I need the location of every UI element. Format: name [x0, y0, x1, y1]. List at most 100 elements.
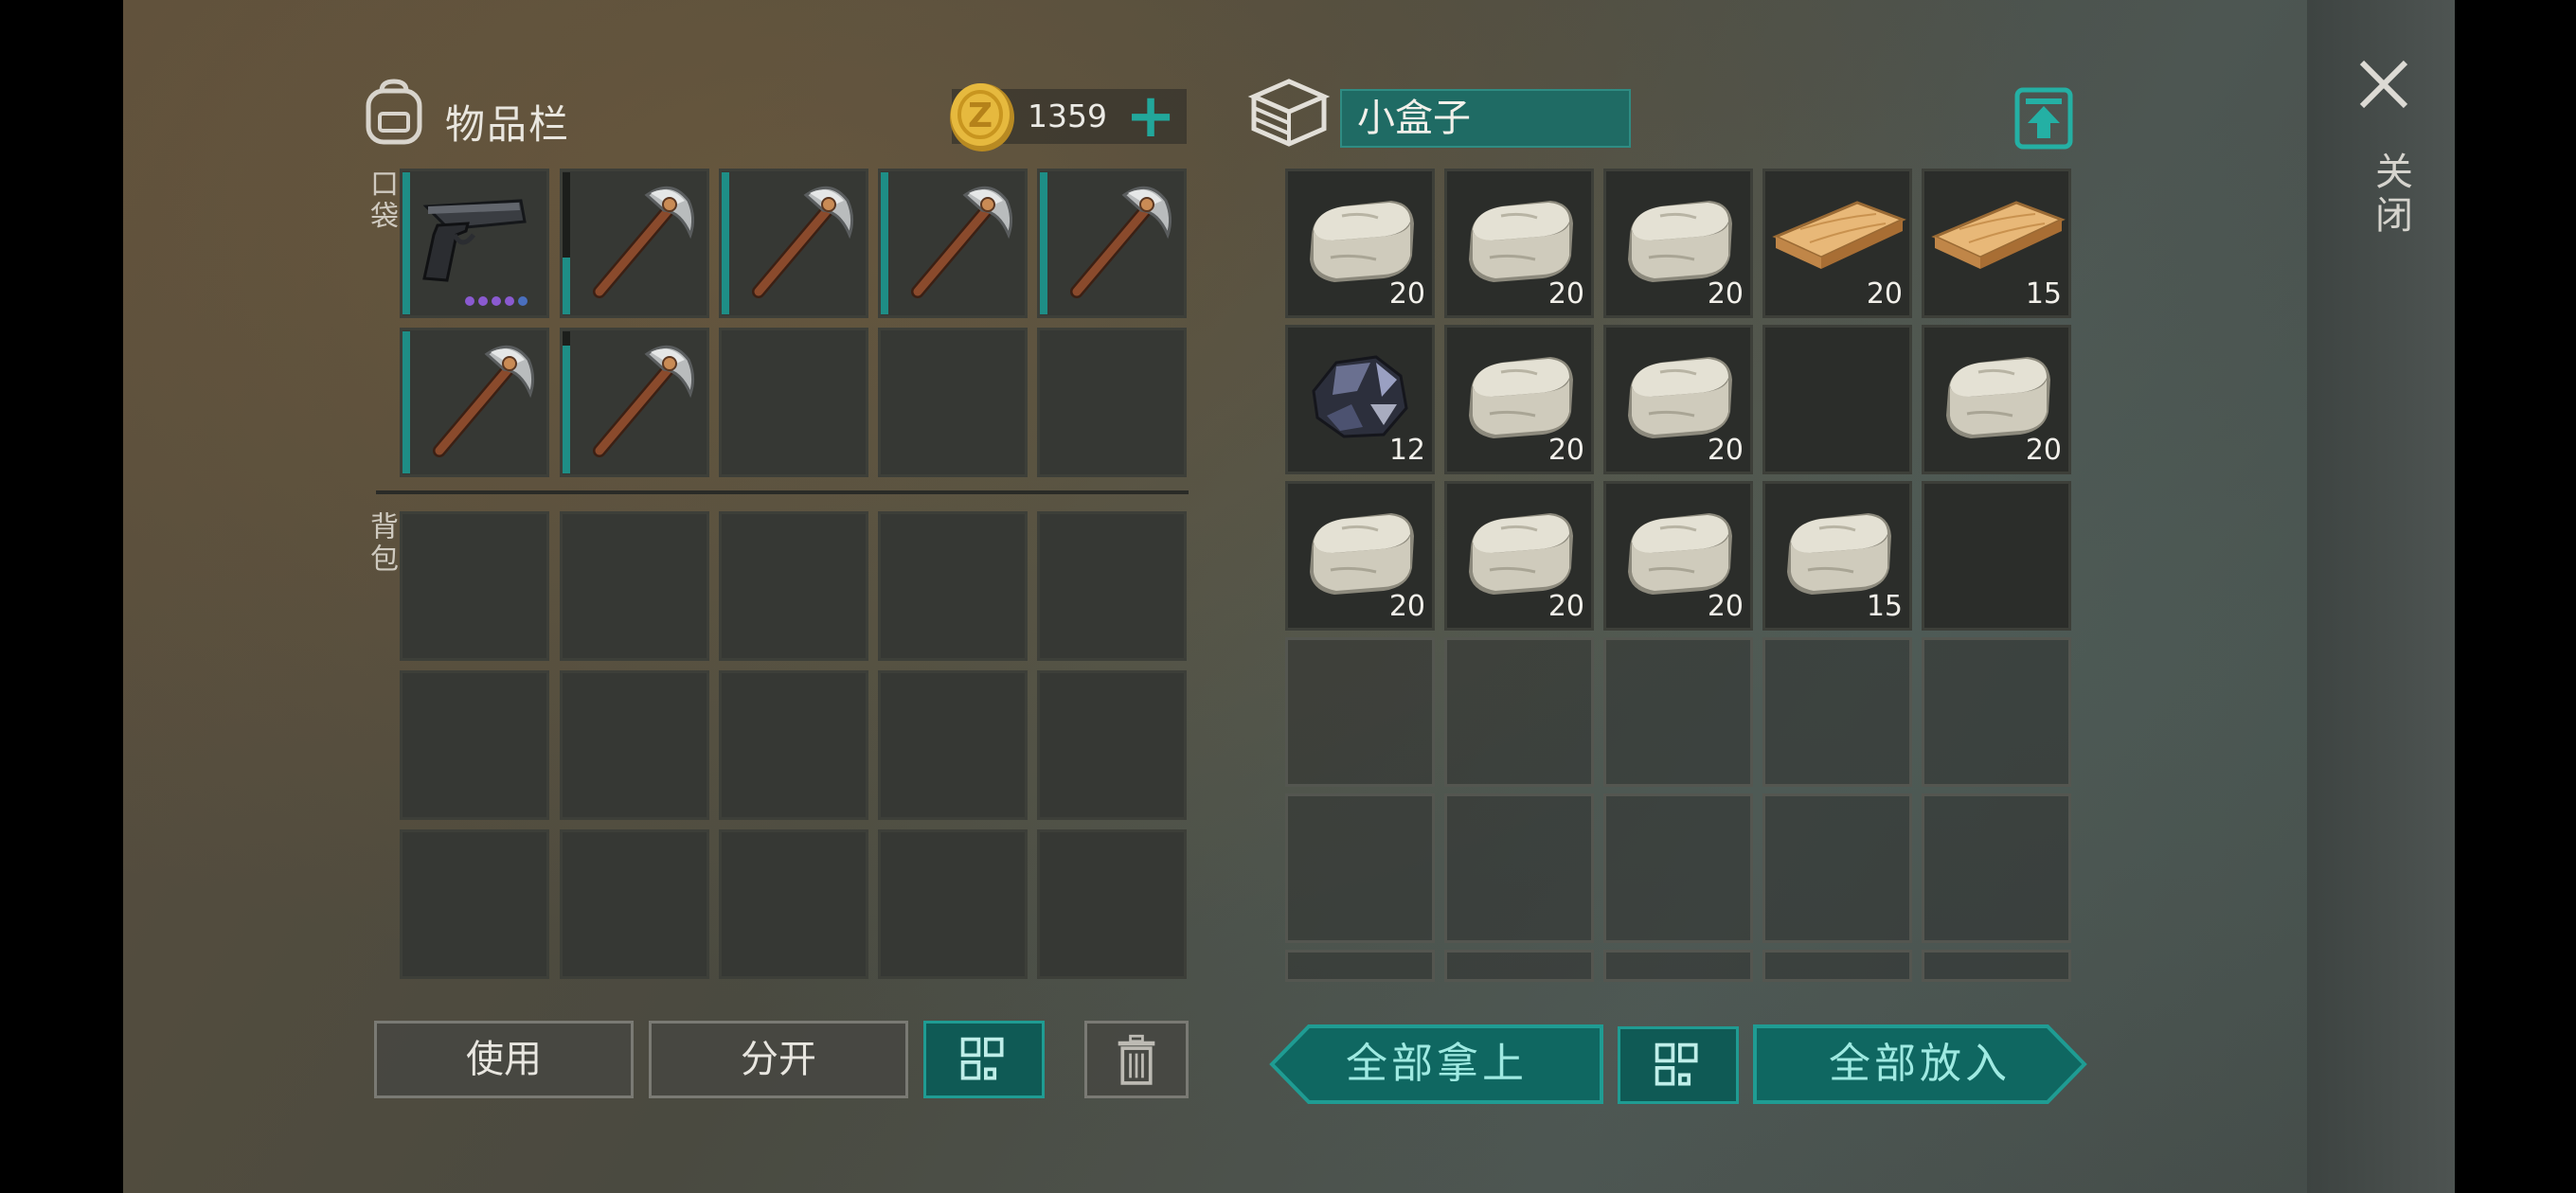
pickaxe-icon [593, 345, 695, 457]
storage-slot-empty[interactable] [1603, 793, 1753, 943]
item-count: 12 [1388, 434, 1425, 467]
item-count: 20 [1707, 590, 1744, 623]
backpack-slot[interactable] [560, 670, 709, 820]
pocket-slot[interactable] [560, 328, 709, 477]
pocket-slot[interactable] [1037, 328, 1187, 477]
pocket-slot[interactable] [560, 169, 709, 318]
storage-slot-empty[interactable] [1603, 637, 1753, 787]
backpack-slot[interactable] [400, 670, 549, 820]
pickaxe-icon [911, 186, 1013, 298]
backpack-slot[interactable] [719, 511, 868, 661]
storage-box-icon [1247, 79, 1331, 147]
storage-slot-empty[interactable] [1762, 950, 1912, 982]
storage-slot-empty[interactable] [1922, 950, 2071, 982]
storage-slot-empty[interactable] [1285, 793, 1435, 943]
storage-slot[interactable]: 20 [1603, 169, 1753, 318]
item-count: 15 [1866, 590, 1903, 623]
pocket-slot[interactable] [719, 328, 868, 477]
close-icon[interactable] [2356, 57, 2411, 112]
add-coins-button[interactable]: + [1121, 86, 1180, 147]
item-count: 20 [1388, 590, 1425, 623]
delete-button[interactable] [1084, 1021, 1189, 1098]
item-count: 20 [1707, 277, 1744, 311]
storage-slot[interactable]: 15 [1762, 481, 1912, 631]
inventory-title: 物品栏 [445, 101, 571, 148]
close-label[interactable]: 关闭 [2363, 151, 2418, 239]
backpack-slot[interactable] [878, 670, 1028, 820]
item-count: 20 [1866, 277, 1903, 311]
backpack-label: 背包 [365, 511, 398, 576]
item-count: 20 [1547, 590, 1584, 623]
use-button[interactable]: 使用 [374, 1021, 634, 1098]
storage-slot[interactable]: 20 [1603, 481, 1753, 631]
sort-storage-button[interactable] [1618, 1026, 1739, 1104]
item-count: 20 [1547, 434, 1584, 467]
backpack-slot[interactable] [400, 511, 549, 661]
pistol-icon [422, 199, 528, 306]
backpack-slot[interactable] [719, 829, 868, 979]
storage-slot-empty[interactable] [1762, 637, 1912, 787]
storage-slot[interactable]: 20 [1603, 325, 1753, 474]
pocket-slot[interactable] [878, 169, 1028, 318]
grid-icon [960, 1037, 1004, 1080]
storage-slot[interactable] [1762, 325, 1912, 474]
storage-slot[interactable]: 20 [1922, 325, 2071, 474]
storage-slot[interactable]: 20 [1444, 481, 1594, 631]
backpack-slot[interactable] [719, 670, 868, 820]
backpack-slot[interactable] [560, 511, 709, 661]
storage-slot-empty[interactable] [1762, 793, 1912, 943]
pocket-slot[interactable] [878, 328, 1028, 477]
backpack-slot[interactable] [400, 829, 549, 979]
storage-name-field[interactable]: 小盒子 [1340, 89, 1631, 148]
storage-slot-empty[interactable] [1444, 637, 1594, 787]
upload-icon[interactable] [2014, 87, 2073, 150]
pocket-label: 口袋 [365, 169, 398, 233]
backpack-slot[interactable] [878, 511, 1028, 661]
storage-slot-empty[interactable] [1444, 950, 1594, 982]
storage-slot[interactable]: 20 [1285, 481, 1435, 631]
pocket-slot[interactable] [1037, 169, 1187, 318]
pickaxe-icon [433, 345, 535, 457]
grid-icon [1655, 1042, 1698, 1086]
pickaxe-icon [593, 186, 695, 298]
storage-slot[interactable]: 20 [1444, 169, 1594, 318]
backpack-icon [366, 79, 422, 145]
storage-slot[interactable]: 12 [1285, 325, 1435, 474]
storage-slot-empty[interactable] [1285, 637, 1435, 787]
storage-slot[interactable]: 20 [1762, 169, 1912, 318]
item-count: 20 [1388, 277, 1425, 311]
storage-slot-empty[interactable] [1603, 950, 1753, 982]
backpack-slot[interactable] [1037, 670, 1187, 820]
storage-slot-empty[interactable] [1922, 793, 2071, 943]
storage-slot[interactable]: 20 [1444, 325, 1594, 474]
put-all-label: 全部放入 [1829, 1040, 2011, 1088]
take-all-label: 全部拿上 [1346, 1040, 1528, 1088]
storage-slot-empty[interactable] [1444, 793, 1594, 943]
svg-text:Z: Z [968, 97, 993, 135]
pocket-slot[interactable] [719, 169, 868, 318]
storage-slot-empty[interactable] [1922, 637, 2071, 787]
storage-slot-empty[interactable] [1285, 950, 1435, 982]
sort-inventory-button[interactable] [923, 1021, 1045, 1098]
item-count: 20 [1707, 434, 1744, 467]
section-divider [376, 490, 1189, 494]
put-all-button[interactable]: 全部放入 [1752, 1024, 2087, 1105]
item-count: 20 [2025, 434, 2062, 467]
split-button[interactable]: 分开 [649, 1021, 908, 1098]
storage-slot[interactable]: 20 [1285, 169, 1435, 318]
item-count: 15 [2025, 277, 2062, 311]
storage-slot[interactable] [1922, 481, 2071, 631]
backpack-slot[interactable] [1037, 829, 1187, 979]
backpack-slot[interactable] [560, 829, 709, 979]
storage-slot[interactable]: 15 [1922, 169, 2071, 318]
take-all-button[interactable]: 全部拿上 [1269, 1024, 1604, 1105]
pickaxe-icon [1070, 186, 1172, 298]
backpack-slot[interactable] [878, 829, 1028, 979]
pocket-slot[interactable] [400, 169, 549, 318]
item-count: 20 [1547, 277, 1584, 311]
pickaxe-icon [752, 186, 854, 298]
pocket-slot[interactable] [400, 328, 549, 477]
backpack-slot[interactable] [1037, 511, 1187, 661]
coin-amount: 1359 [1028, 98, 1107, 134]
coin-icon: Z [950, 83, 1014, 151]
